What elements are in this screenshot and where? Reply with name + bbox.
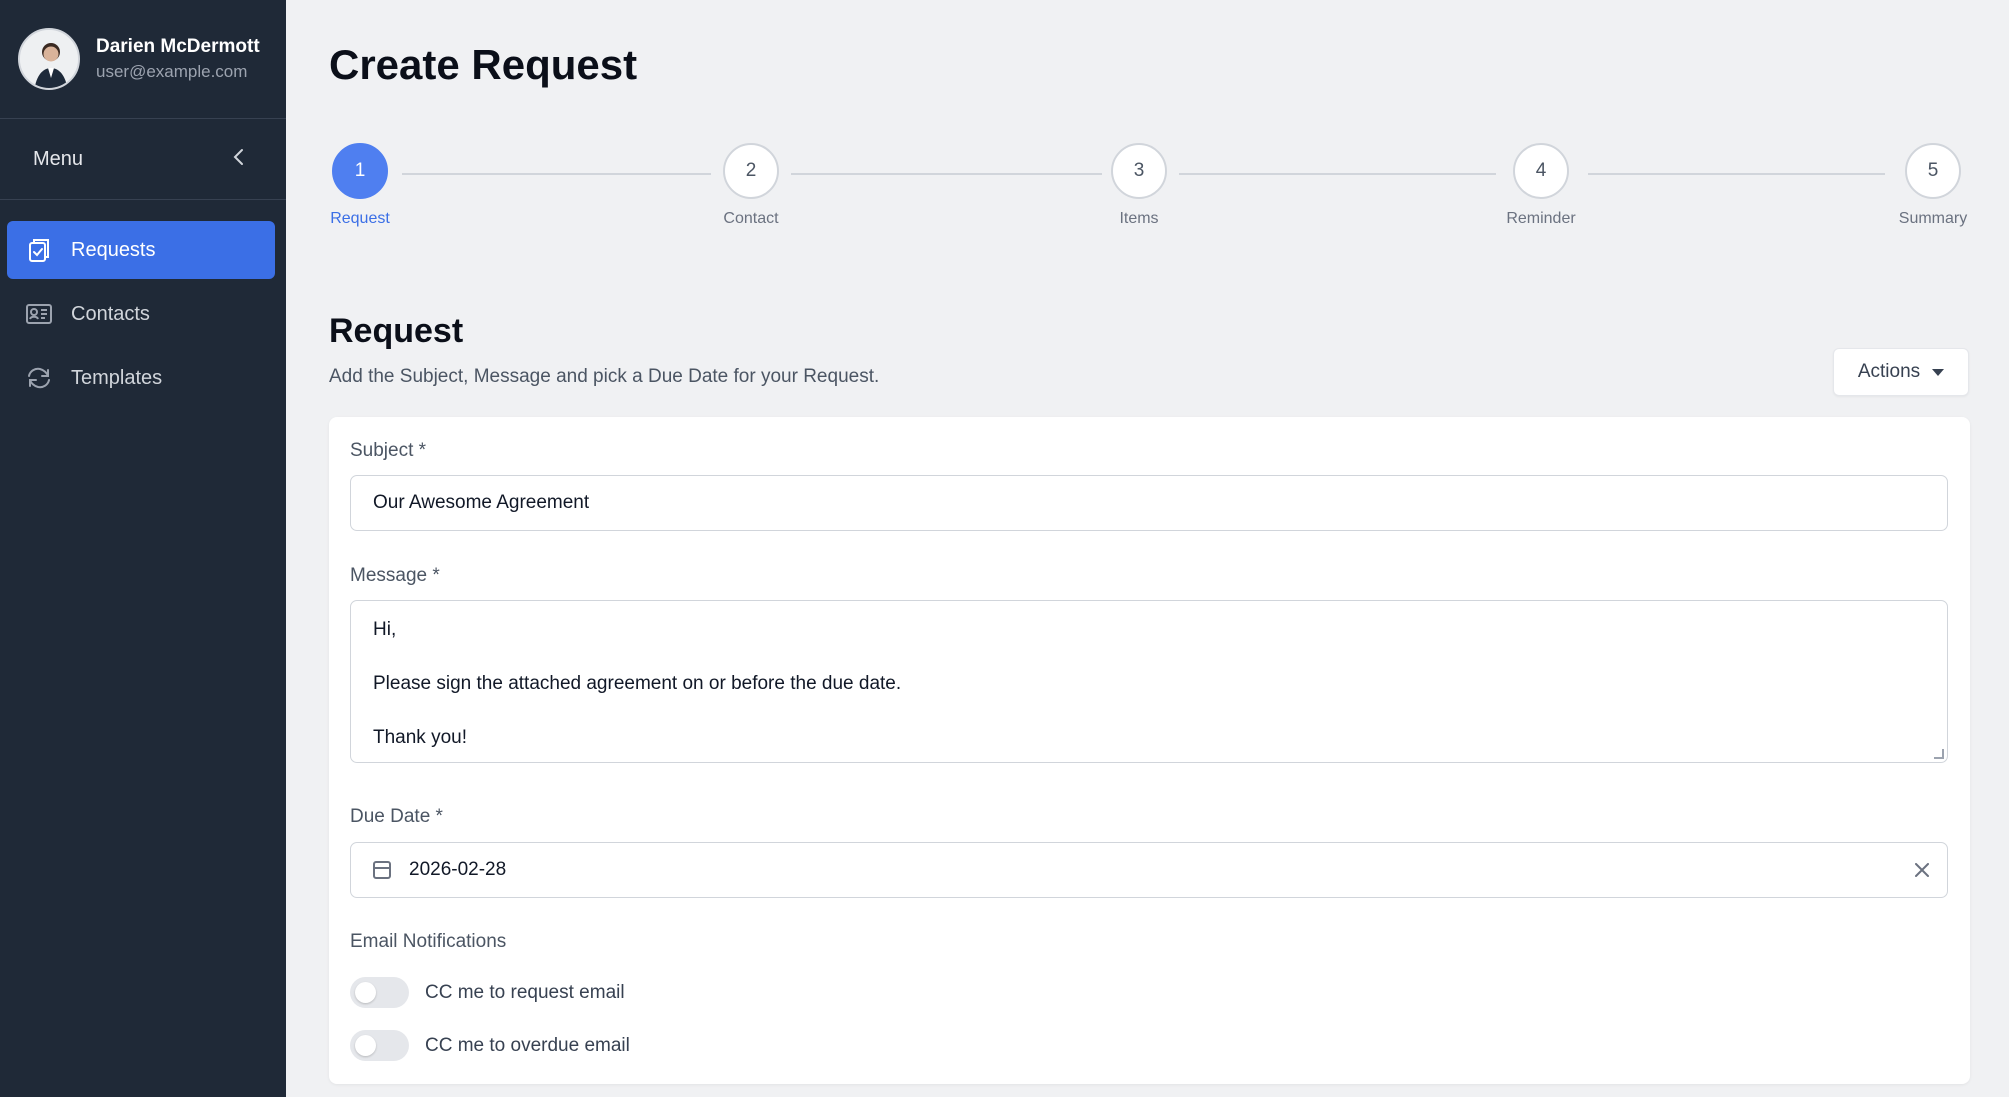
step-summary[interactable]: 5 Summary [1895, 143, 1971, 228]
caret-down-icon [1932, 368, 1945, 376]
user-email: user@example.com [96, 62, 248, 81]
user-profile[interactable]: Darien McDermott user@example.com [0, 0, 286, 119]
cc-request-email-toggle[interactable] [350, 977, 409, 1008]
step-connector [791, 173, 1102, 175]
step-reminder[interactable]: 4 Reminder [1501, 143, 1581, 228]
subject-input[interactable]: Our Awesome Agreement [350, 475, 1948, 531]
sidebar-nav: Requests Contacts Templates [0, 200, 286, 407]
menu-label: Menu [33, 147, 84, 170]
message-label: Message * [350, 565, 440, 586]
message-line: Please sign the attached agreement on or… [373, 673, 902, 694]
step-number: 3 [1111, 143, 1167, 199]
section-description: Add the Subject, Message and pick a Due … [329, 366, 880, 387]
email-notifications-label: Email Notifications [350, 931, 507, 952]
step-label: Request [330, 210, 390, 227]
menu-toggle[interactable]: Menu [0, 119, 286, 200]
step-number: 2 [723, 143, 779, 199]
sidebar-item-requests[interactable]: Requests [7, 221, 275, 279]
clipboard-check-icon [25, 236, 53, 264]
toggle-knob [355, 982, 376, 1003]
sidebar: Darien McDermott user@example.com Menu R… [0, 0, 286, 1097]
main-content: Create Request 1 Request 2 Contact 3 Ite… [286, 0, 2009, 1097]
subject-value: Our Awesome Agreement [373, 492, 590, 513]
sidebar-item-contacts[interactable]: Contacts [7, 285, 275, 343]
stepper: 1 Request 2 Contact 3 Items 4 Reminder 5… [329, 143, 1970, 233]
sidebar-item-label: Templates [71, 366, 163, 389]
actions-label: Actions [1857, 361, 1921, 382]
step-number: 5 [1905, 143, 1961, 199]
calendar-icon [373, 861, 391, 879]
step-connector [1179, 173, 1496, 175]
cc-overdue-email-toggle[interactable] [350, 1030, 409, 1061]
toggle-label: CC me to overdue email [425, 1034, 630, 1056]
resize-handle[interactable] [1934, 749, 1944, 759]
section-title: Request [329, 312, 464, 350]
toggle-label: CC me to request email [425, 981, 625, 1003]
toggle-knob [355, 1035, 376, 1056]
step-contact[interactable]: 2 Contact [719, 143, 783, 228]
sidebar-item-label: Requests [71, 238, 156, 261]
cc-request-email-row: CC me to request email [350, 977, 625, 1008]
request-form: Subject * Our Awesome Agreement Message … [329, 417, 1970, 1084]
avatar [18, 28, 80, 90]
page-title: Create Request [329, 41, 638, 88]
sidebar-item-label: Contacts [71, 302, 150, 325]
step-number: 4 [1513, 143, 1569, 199]
actions-button[interactable]: Actions [1833, 348, 1969, 396]
sync-arrows-icon [25, 364, 53, 392]
subject-label: Subject * [350, 440, 427, 461]
step-label: Items [1119, 210, 1159, 227]
close-icon[interactable] [1915, 857, 1929, 883]
step-label: Summary [1898, 210, 1968, 227]
step-items[interactable]: 3 Items [1108, 143, 1170, 228]
id-card-icon [25, 300, 53, 328]
user-name: Darien McDermott [96, 36, 260, 57]
message-line: Hi, [373, 619, 397, 640]
step-connector [1588, 173, 1885, 175]
chevron-left-icon[interactable] [232, 146, 246, 172]
step-connector [402, 173, 711, 175]
sidebar-item-templates[interactable]: Templates [7, 349, 275, 407]
due-date-value: 2026-02-28 [409, 859, 507, 880]
step-request[interactable]: 1 Request [329, 143, 391, 228]
message-line: Thank you! [373, 727, 467, 748]
step-number: 1 [332, 143, 388, 199]
step-label: Contact [723, 210, 779, 227]
message-textarea[interactable]: Hi, Please sign the attached agreement o… [350, 600, 1948, 763]
step-label: Reminder [1506, 210, 1576, 227]
cc-overdue-email-row: CC me to overdue email [350, 1030, 630, 1061]
due-date-input[interactable]: 2026-02-28 [350, 842, 1948, 898]
due-date-label: Due Date * [350, 806, 443, 827]
